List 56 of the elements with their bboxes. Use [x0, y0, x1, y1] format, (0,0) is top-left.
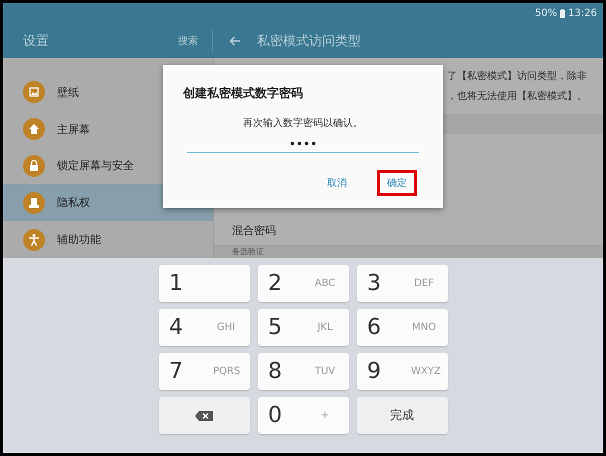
digit-key[interactable]: 6 MNO	[356, 309, 448, 346]
key-digit: 6	[367, 315, 381, 340]
backspace-icon	[195, 410, 213, 420]
person-icon	[23, 228, 45, 251]
digit-key[interactable]: 9 WXYZ	[356, 353, 448, 390]
key-letters: GHI	[216, 322, 236, 333]
key-digit: 5	[268, 315, 282, 340]
sidebar-label: 隐私权	[57, 195, 90, 210]
dialog-message: 再次输入数字密码以确认。	[242, 116, 364, 130]
battery-icon	[560, 8, 566, 18]
backspace-key[interactable]	[158, 397, 250, 434]
key-digit: 8	[268, 359, 282, 384]
sidebar-label: 主屏幕	[57, 122, 90, 137]
person-card-icon	[23, 192, 45, 214]
digit-key[interactable]: 7 PQRS	[158, 353, 250, 390]
battery-percent: 50%	[534, 8, 558, 18]
key-digit: 3	[367, 271, 381, 296]
status-time: 13:26	[568, 8, 597, 18]
done-key[interactable]: 完成	[356, 397, 448, 434]
key-letters: JKL	[316, 322, 334, 333]
sidebar-label: 壁纸	[57, 84, 79, 100]
key-digit: 9	[367, 359, 381, 384]
sidebar-item[interactable]: 辅助功能	[3, 221, 213, 258]
key-letters: DEF	[413, 278, 435, 289]
key-digit: 0	[268, 403, 282, 428]
key-digit: 7	[169, 359, 183, 384]
pin-field[interactable]: ••••	[187, 136, 419, 153]
description-text: ，也将无法使用【私密模式】。	[447, 90, 588, 103]
key-letters: TUV	[314, 366, 336, 377]
dialog-title: 创建私密模式数字密码	[183, 85, 304, 102]
key-letters: ABC	[314, 278, 336, 289]
digit-key[interactable]: 3 DEF	[356, 265, 448, 302]
digit-key[interactable]: 2 ABC	[258, 265, 348, 302]
key-letters: PQRS	[213, 366, 239, 377]
digit-key[interactable]: 4 GHI	[158, 309, 250, 346]
lock-icon	[23, 154, 45, 177]
digit-key[interactable]: 5 JKL	[258, 309, 348, 346]
section-header: 备选验证	[214, 246, 603, 258]
digit-key[interactable]: 1	[158, 265, 250, 302]
dialog-button[interactable]: 确定	[377, 170, 417, 196]
key-letters: MNO	[411, 322, 437, 333]
home-icon	[23, 118, 45, 140]
settings-title: 设置	[23, 32, 49, 50]
sidebar-label: 辅助功能	[57, 232, 101, 248]
digit-key[interactable]: 8 TUV	[258, 353, 348, 390]
key-digit: 2	[268, 271, 282, 296]
dialog-button[interactable]: 取消	[317, 170, 357, 196]
page-title: 私密模式访问类型	[257, 32, 361, 50]
digit-key[interactable]: 0 +	[258, 397, 348, 434]
sidebar-label: 锁定屏幕与安全	[57, 158, 134, 174]
key-letters: +	[320, 410, 330, 421]
key-digit: 1	[169, 271, 183, 296]
description-text: 了【私密模式】访问类型，除非	[447, 70, 588, 83]
picture-icon	[23, 81, 45, 104]
key-digit: 4	[169, 315, 183, 340]
back-arrow-icon[interactable]	[229, 36, 241, 46]
